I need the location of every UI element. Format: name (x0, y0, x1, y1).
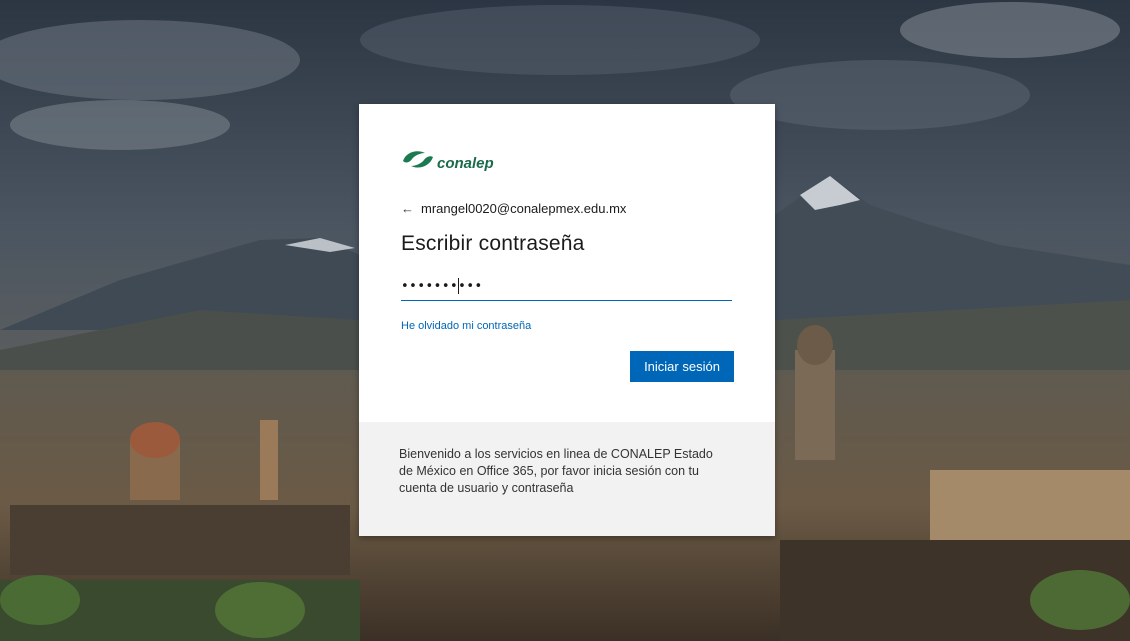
identity-email: mrangel0020@conalepmex.edu.mx (421, 201, 627, 216)
password-field-wrapper (401, 274, 732, 301)
text-caret (458, 278, 459, 294)
brand-name: conalep (437, 154, 494, 172)
password-input[interactable] (401, 274, 732, 298)
sign-in-panel: conalep ← mrangel0020@conalepmex.edu.mx … (359, 104, 775, 422)
sign-in-card: conalep ← mrangel0020@conalepmex.edu.mx … (359, 104, 775, 536)
sign-in-button[interactable]: Iniciar sesión (630, 351, 734, 382)
page-title: Escribir contraseña (401, 232, 585, 255)
conalep-logo: conalep (401, 144, 494, 176)
conalep-logo-icon (403, 151, 433, 168)
forgot-password-link[interactable]: He olvidado mi contraseña (401, 320, 531, 332)
welcome-message: Bienvenido a los servicios en linea de C… (399, 447, 713, 495)
welcome-footer: Bienvenido a los servicios en linea de C… (359, 422, 775, 536)
identity-banner[interactable]: ← mrangel0020@conalepmex.edu.mx (401, 201, 626, 216)
back-arrow-icon[interactable]: ← (401, 201, 415, 216)
